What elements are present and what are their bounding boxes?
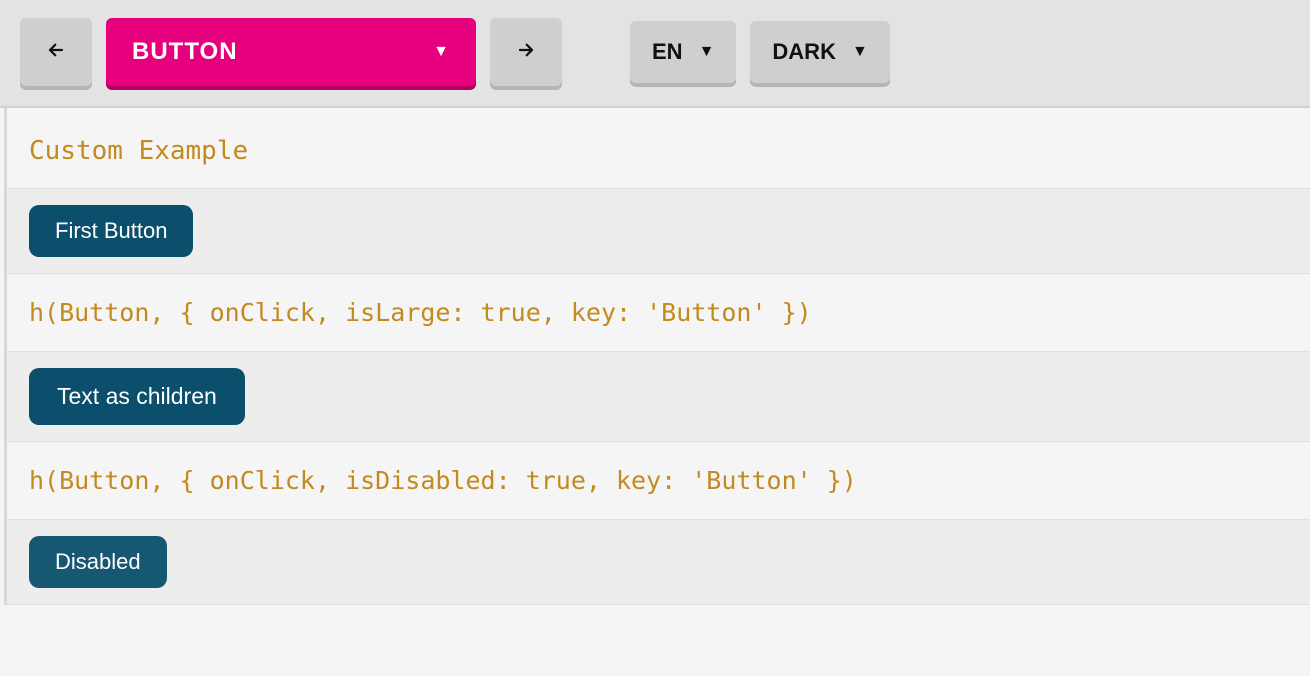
example-row: Disabled xyxy=(7,519,1310,605)
theme-select-label: DARK xyxy=(772,39,836,65)
example-row: First Button xyxy=(7,188,1310,274)
arrow-right-icon xyxy=(517,39,535,65)
code-snippet: h(Button, { onClick, isDisabled: true, k… xyxy=(7,442,1310,519)
content-area: Custom Example First Button h(Button, { … xyxy=(4,108,1310,605)
component-select-label: BUTTON xyxy=(132,38,238,66)
chevron-down-icon: ▼ xyxy=(852,43,868,61)
page-title: Custom Example xyxy=(7,108,1310,188)
component-select[interactable]: BUTTON ▼ xyxy=(106,18,476,86)
first-button[interactable]: First Button xyxy=(29,205,193,257)
code-snippet: h(Button, { onClick, isLarge: true, key:… xyxy=(7,274,1310,351)
theme-select[interactable]: DARK ▼ xyxy=(750,21,889,83)
example-row: Text as children xyxy=(7,351,1310,442)
next-button[interactable] xyxy=(490,18,562,86)
toolbar: BUTTON ▼ EN ▼ DARK ▼ xyxy=(0,0,1310,108)
arrow-left-icon xyxy=(47,39,65,65)
language-select[interactable]: EN ▼ xyxy=(630,21,736,83)
chevron-down-icon: ▼ xyxy=(433,43,450,61)
chevron-down-icon: ▼ xyxy=(699,43,715,61)
text-as-children-button[interactable]: Text as children xyxy=(29,368,245,425)
prev-button[interactable] xyxy=(20,18,92,86)
disabled-button[interactable]: Disabled xyxy=(29,536,167,588)
language-select-label: EN xyxy=(652,39,683,65)
